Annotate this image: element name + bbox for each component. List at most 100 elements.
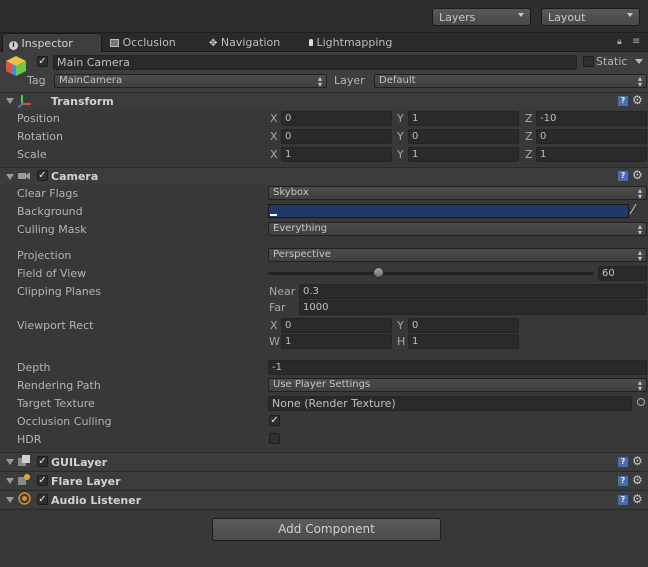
help-icon[interactable]: ? bbox=[617, 475, 629, 487]
scale-x-field[interactable]: 1 bbox=[281, 147, 392, 162]
layer-label: Layer bbox=[334, 74, 365, 87]
far-label: Far bbox=[269, 301, 286, 314]
camera-title: Camera bbox=[51, 170, 99, 183]
gear-icon[interactable]: ⚙ bbox=[632, 455, 643, 467]
layer-select-value: Default bbox=[379, 75, 416, 86]
tab-occlusion[interactable]: Occlusion bbox=[104, 33, 200, 52]
rotation-z-field[interactable]: 0 bbox=[536, 129, 647, 144]
layers-dropdown[interactable]: Layers bbox=[432, 8, 531, 26]
checkmark-icon: ✓ bbox=[38, 475, 47, 486]
scale-z-field[interactable]: 1 bbox=[536, 147, 647, 162]
guilayer-title: GUILayer bbox=[51, 456, 108, 469]
guilayer-enabled-checkbox[interactable]: ✓ bbox=[37, 456, 48, 467]
static-dropdown-icon[interactable] bbox=[635, 59, 643, 64]
position-x-field[interactable]: 0 bbox=[281, 111, 392, 126]
viewport-x-field[interactable]: 0 bbox=[281, 318, 392, 333]
occlusion-culling-checkbox[interactable]: ✓ bbox=[269, 415, 280, 426]
viewport-rect-label: Viewport Rect bbox=[17, 319, 94, 332]
depth-field[interactable]: -1 bbox=[268, 360, 647, 375]
tab-inspector[interactable]: i Inspector bbox=[2, 33, 102, 52]
foldout-arrow-icon[interactable] bbox=[6, 174, 14, 180]
camera-enabled-checkbox[interactable]: ✓ bbox=[37, 170, 48, 181]
flare-layer-icon bbox=[18, 474, 30, 485]
layer-select[interactable]: Default ▴ ▾ bbox=[374, 74, 647, 89]
object-picker-icon[interactable] bbox=[637, 398, 645, 406]
culling-mask-value: Everything bbox=[273, 223, 328, 234]
checkmark-icon: ✓ bbox=[270, 415, 279, 426]
near-field[interactable]: 0.3 bbox=[299, 284, 647, 299]
position-z-field[interactable]: -10 bbox=[536, 111, 647, 126]
position-y-field[interactable]: 1 bbox=[408, 111, 519, 126]
active-checkbox[interactable]: ✓ bbox=[37, 56, 48, 67]
chevron-down-icon bbox=[518, 13, 524, 17]
chevron-down-icon bbox=[627, 13, 633, 17]
background-color-field[interactable] bbox=[268, 204, 629, 218]
checkmark-icon: ✓ bbox=[38, 494, 47, 505]
add-component-button[interactable]: Add Component bbox=[212, 518, 441, 541]
axis-y-label: Y bbox=[397, 130, 404, 143]
foldout-arrow-icon[interactable] bbox=[6, 459, 14, 465]
help-icon[interactable]: ? bbox=[617, 456, 629, 468]
axis-y-label: Y bbox=[397, 112, 404, 125]
viewport-x-label: X bbox=[270, 319, 278, 332]
audio-listener-enabled-checkbox[interactable]: ✓ bbox=[37, 494, 48, 505]
gear-icon[interactable]: ⚙ bbox=[632, 493, 643, 505]
projection-select[interactable]: Perspective ▴ ▾ bbox=[268, 248, 647, 263]
gear-icon[interactable]: ⚙ bbox=[632, 169, 643, 181]
fov-value-field[interactable]: 60 bbox=[598, 266, 647, 281]
static-checkbox[interactable] bbox=[583, 56, 594, 67]
background-label: Background bbox=[17, 205, 83, 218]
tag-select[interactable]: MainCamera ▴ ▾ bbox=[54, 74, 327, 89]
help-icon[interactable]: ? bbox=[617, 494, 629, 506]
culling-mask-label: Culling Mask bbox=[17, 223, 87, 236]
tab-bar: i Inspector Occlusion ✥ Navigation Light… bbox=[0, 33, 648, 52]
tag-label: Tag bbox=[27, 74, 46, 87]
flare-layer-enabled-checkbox[interactable]: ✓ bbox=[37, 475, 48, 486]
culling-mask-select[interactable]: Everything ▴ ▾ bbox=[268, 222, 647, 237]
rotation-y-field[interactable]: 0 bbox=[408, 129, 519, 144]
gear-icon[interactable]: ⚙ bbox=[632, 94, 643, 106]
fov-label: Field of View bbox=[17, 267, 87, 280]
checkmark-icon: ✓ bbox=[38, 170, 47, 181]
tab-navigation-label: Navigation bbox=[220, 36, 281, 49]
axis-y-label: Y bbox=[397, 148, 404, 161]
help-icon[interactable]: ? bbox=[617, 170, 629, 182]
hdr-checkbox[interactable] bbox=[269, 433, 280, 444]
rendering-path-select[interactable]: Use Player Settings ▴ ▾ bbox=[268, 378, 647, 393]
rendering-path-value: Use Player Settings bbox=[273, 379, 371, 390]
foldout-arrow-icon[interactable] bbox=[6, 497, 14, 503]
projection-label: Projection bbox=[17, 249, 72, 262]
fov-slider-track[interactable] bbox=[268, 272, 594, 275]
viewport-y-field[interactable]: 0 bbox=[408, 318, 519, 333]
panel-menu-icon[interactable]: ≡ bbox=[632, 36, 640, 47]
foldout-arrow-icon[interactable] bbox=[6, 478, 14, 484]
fov-slider-thumb[interactable] bbox=[372, 267, 384, 278]
target-texture-field[interactable]: None (Render Texture) bbox=[268, 396, 632, 411]
tab-lightmapping[interactable]: Lightmapping bbox=[303, 33, 413, 52]
eyedropper-icon[interactable]: ⁄ bbox=[632, 203, 634, 218]
help-icon[interactable]: ? bbox=[617, 95, 629, 107]
viewport-w-label: W bbox=[269, 335, 280, 348]
viewport-w-field[interactable]: 1 bbox=[281, 334, 392, 349]
gear-icon[interactable]: ⚙ bbox=[632, 474, 643, 486]
clear-flags-select[interactable]: Skybox ▴ ▾ bbox=[268, 186, 647, 201]
far-field[interactable]: 1000 bbox=[299, 300, 647, 315]
scale-y-field[interactable]: 1 bbox=[408, 147, 519, 162]
updown-icon: ▴ ▾ bbox=[637, 186, 642, 201]
axis-x-label: X bbox=[270, 112, 278, 125]
object-name-input[interactable]: Main Camera bbox=[53, 55, 577, 70]
clear-flags-value: Skybox bbox=[273, 187, 309, 198]
lock-icon[interactable]: 🔒︎ bbox=[617, 37, 622, 47]
viewport-h-label: H bbox=[397, 335, 406, 348]
layout-dropdown[interactable]: Layout bbox=[541, 8, 640, 26]
viewport-h-field[interactable]: 1 bbox=[408, 334, 519, 349]
foldout-arrow-icon[interactable] bbox=[6, 98, 14, 104]
clear-flags-label: Clear Flags bbox=[17, 187, 79, 200]
lightbulb-icon bbox=[309, 39, 313, 46]
updown-icon: ▴ ▾ bbox=[317, 74, 322, 89]
axis-z-label: Z bbox=[525, 112, 533, 125]
target-texture-label: Target Texture bbox=[17, 397, 95, 410]
rotation-x-field[interactable]: 0 bbox=[281, 129, 392, 144]
tab-navigation[interactable]: ✥ Navigation bbox=[203, 33, 299, 52]
camera-icon bbox=[17, 170, 31, 182]
